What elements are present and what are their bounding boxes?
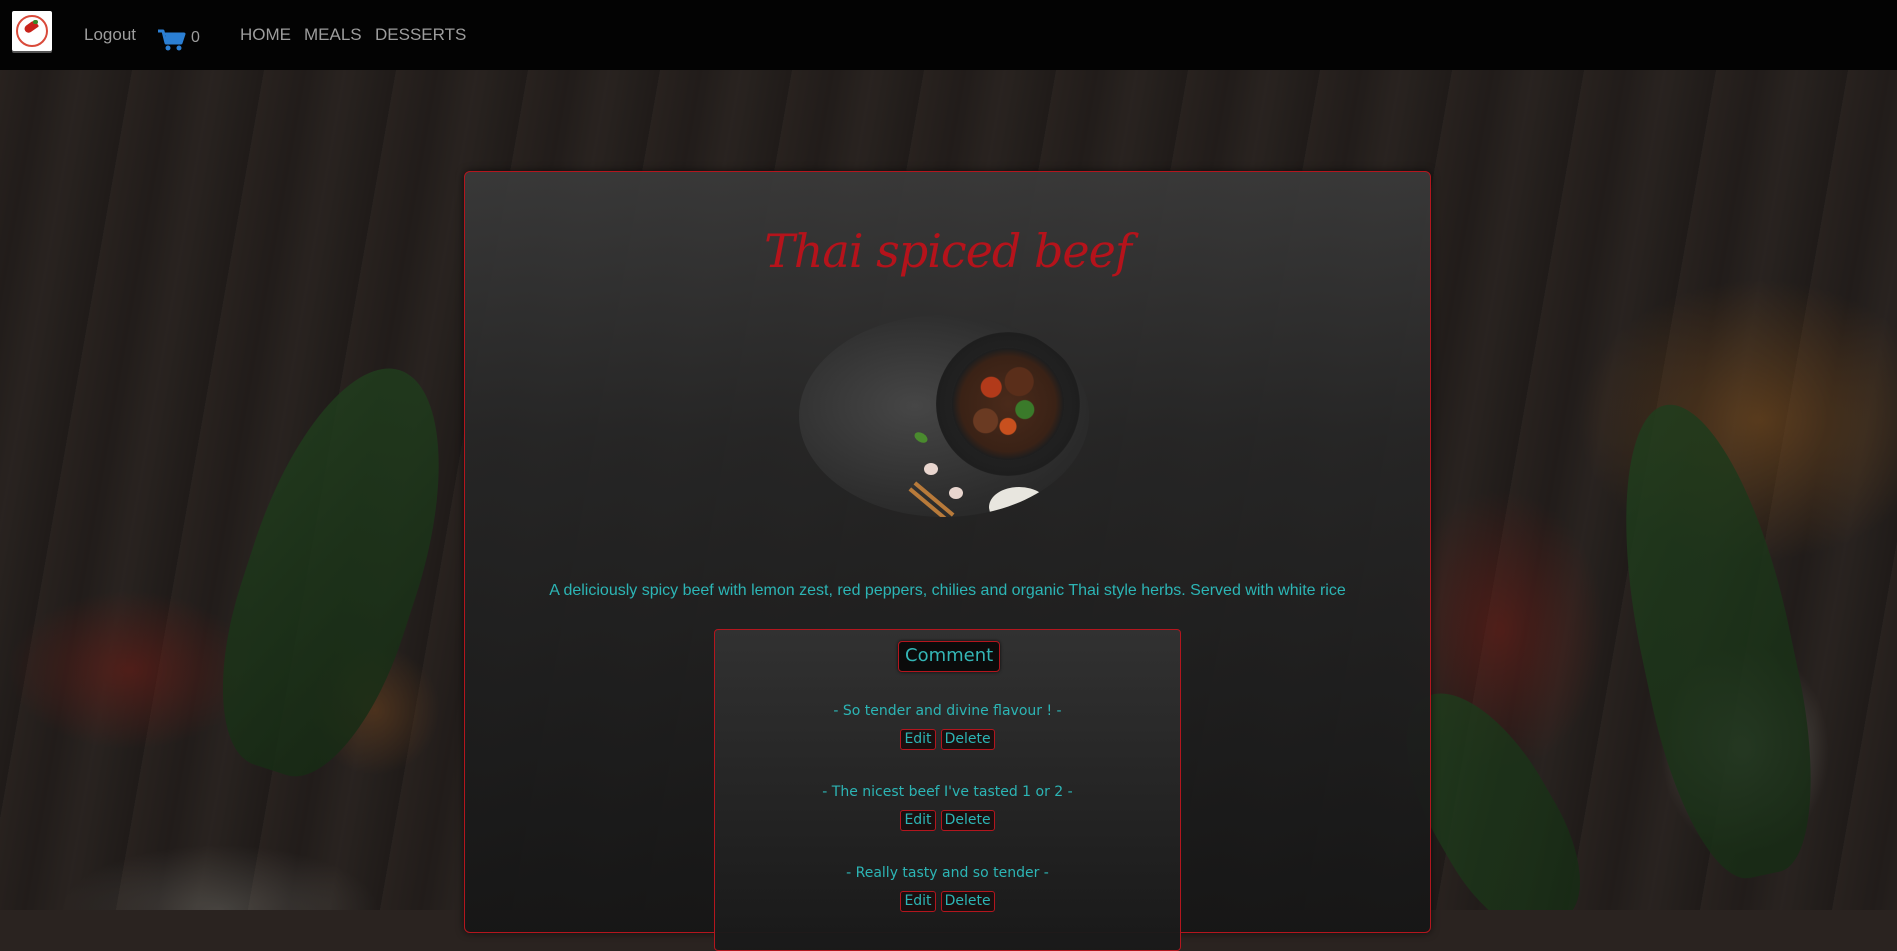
nav-link-home[interactable]: HOME	[240, 25, 291, 45]
delete-comment-button[interactable]: Delete	[940, 891, 995, 912]
delete-comment-button[interactable]: Delete	[940, 810, 995, 831]
meal-title: Thai spiced beef	[764, 224, 1132, 278]
comments-panel: Comment - So tender and divine flavour !…	[714, 629, 1181, 951]
comment-item: - The nicest beef I've tasted 1 or 2 - E…	[715, 784, 1180, 831]
edit-comment-button[interactable]: Edit	[900, 891, 936, 912]
logout-link[interactable]: Logout	[84, 25, 136, 45]
meal-card: Thai spiced beef A deliciously spicy bee…	[464, 171, 1431, 951]
shopping-cart-icon[interactable]	[157, 28, 187, 52]
comment-text: - So tender and divine flavour ! -	[833, 703, 1062, 719]
comment-text: - The nicest beef I've tasted 1 or 2 -	[822, 784, 1073, 800]
comment-button[interactable]: Comment	[898, 641, 1001, 672]
nav-link-desserts[interactable]: DESSERTS	[375, 25, 466, 45]
edit-comment-button[interactable]: Edit	[900, 810, 936, 831]
comment-text: - Really tasty and so tender -	[846, 865, 1049, 881]
comment-item: - Really tasty and so tender - Edit Dele…	[715, 865, 1180, 912]
edit-comment-button[interactable]: Edit	[900, 729, 936, 750]
top-navbar: Logout 0 HOME MEALS DESSERTS	[0, 0, 1897, 70]
cart-count: 0	[191, 29, 200, 46]
chili-logo-icon[interactable]	[12, 11, 52, 51]
nav-link-meals[interactable]: MEALS	[304, 25, 362, 45]
meal-description: A deliciously spicy beef with lemon zest…	[549, 582, 1346, 599]
delete-comment-button[interactable]: Delete	[940, 729, 995, 750]
meal-photo	[799, 315, 1089, 517]
comment-item: - So tender and divine flavour ! - Edit …	[715, 703, 1180, 750]
